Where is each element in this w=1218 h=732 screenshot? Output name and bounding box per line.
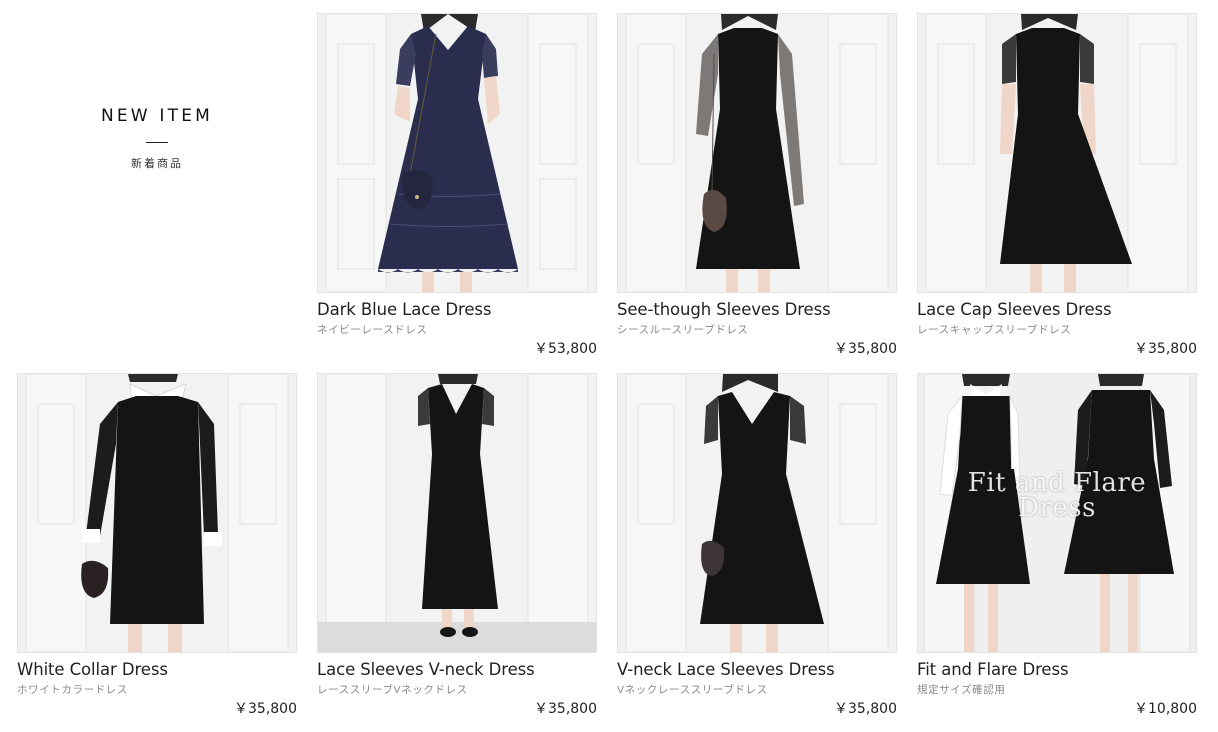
product-price: ￥35,800 [234, 701, 297, 717]
fit-and-flare-dress-photo[interactable]: Fit and Flare Dress [917, 373, 1197, 653]
product-card[interactable]: Lace Sleeves V-neck Dress レーススリーブVネックドレス… [317, 373, 597, 718]
product-name[interactable]: White Collar Dress [17, 660, 168, 679]
product-name[interactable]: Dark Blue Lace Dress [317, 300, 492, 319]
product-name-kana: レースキャップスリーブドレス [917, 324, 1072, 336]
product-name[interactable]: V-neck Lace Sleeves Dress [617, 660, 835, 679]
product-name-kana: 規定サイズ確認用 [917, 684, 1006, 696]
product-name[interactable]: Lace Sleeves V-neck Dress [317, 660, 535, 679]
product-name-kana: シースルースリーブドレス [617, 324, 749, 336]
section-heading: NEW ITEM 新着商品 [18, 14, 296, 292]
overlay-caption-line: Dress [1018, 493, 1096, 523]
product-name[interactable]: Lace Cap Sleeves Dress [917, 300, 1112, 319]
section-title: NEW ITEM [100, 105, 214, 126]
product-name-kana: Vネックレーススリーブドレス [617, 684, 768, 696]
product-name-kana: ネイビーレースドレス [317, 324, 428, 336]
product-price: ￥35,800 [1134, 341, 1197, 357]
product-name[interactable]: See-though Sleeves Dress [617, 300, 831, 319]
product-name-kana: レーススリーブVネックドレス [317, 684, 468, 696]
lace-vneck-long-dress-photo[interactable] [317, 373, 597, 653]
product-price: ￥35,800 [534, 701, 597, 717]
product-card[interactable]: Lace Cap Sleeves Dress レースキャップスリーブドレス ￥3… [917, 13, 1197, 358]
video-caption-overlay: Fit and Flare Dress [918, 470, 1196, 523]
product-price: ￥10,800 [1134, 701, 1197, 717]
product-card[interactable]: Fit and Flare Dress Fit and Flare Dress … [917, 373, 1197, 718]
section-divider [146, 141, 168, 143]
navy-lace-dress-photo[interactable] [317, 13, 597, 293]
vneck-lace-sleeve-dress-photo[interactable] [617, 373, 897, 653]
product-name-kana: ホワイトカラードレス [17, 684, 128, 696]
product-card[interactable]: White Collar Dress ホワイトカラードレス ￥35,800 [17, 373, 297, 718]
product-name[interactable]: Fit and Flare Dress [917, 660, 1069, 679]
product-card[interactable]: See-though Sleeves Dress シースルースリーブドレス ￥3… [617, 13, 897, 358]
product-price: ￥53,800 [534, 341, 597, 357]
sheer-sleeve-dress-photo[interactable] [617, 13, 897, 293]
product-price: ￥35,800 [834, 701, 897, 717]
lace-cap-sleeve-dress-photo[interactable] [917, 13, 1197, 293]
section-subtitle: 新着商品 [131, 157, 183, 170]
white-collar-dress-photo[interactable] [17, 373, 297, 653]
product-card[interactable]: Dark Blue Lace Dress ネイビーレースドレス ￥53,800 [317, 13, 597, 358]
product-price: ￥35,800 [834, 341, 897, 357]
product-card[interactable]: V-neck Lace Sleeves Dress Vネックレーススリーブドレス… [617, 373, 897, 718]
